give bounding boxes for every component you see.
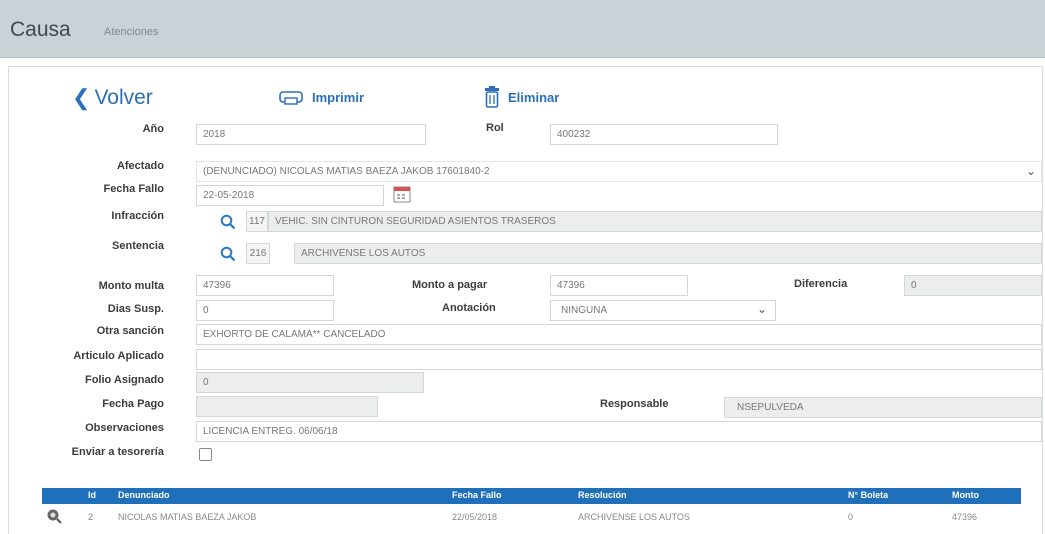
back-button[interactable]: ❮ Volver	[72, 86, 153, 110]
enviar-tesoreria-label: Enviar a tesorería	[71, 446, 164, 458]
view-icon[interactable]	[46, 508, 62, 524]
app-header: Causa Atenciones	[0, 0, 1045, 58]
delete-label: Eliminar	[508, 89, 560, 105]
table-row[interactable]: 2 NICOLAS MATIAS BAEZA JAKOB 22/05/2018 …	[42, 506, 1021, 528]
diferencia-field: 0	[904, 275, 1042, 296]
delete-button[interactable]: Eliminar	[484, 86, 559, 108]
otra-sancion-field[interactable]: EXHORTO DE CALAMA** CANCELADO	[196, 324, 1042, 345]
cell-monto: 47396	[952, 512, 978, 522]
observaciones-field[interactable]: LICENCIA ENTREG. 06/06/18	[196, 421, 1042, 442]
rol-label: Rol	[486, 122, 504, 134]
monto-pagar-field[interactable]: 47396	[550, 275, 688, 296]
col-monto[interactable]: Monto	[952, 490, 979, 500]
sentencia-search-button[interactable]	[216, 243, 240, 264]
col-id[interactable]: Id	[88, 490, 96, 500]
search-icon	[220, 246, 236, 261]
calendar-icon[interactable]	[393, 185, 411, 203]
col-fecha-fallo[interactable]: Fecha Fallo	[452, 490, 502, 500]
trash-icon	[485, 86, 499, 108]
printer-icon	[279, 91, 303, 105]
infraccion-search-button[interactable]	[216, 211, 240, 232]
monto-multa-field[interactable]: 47396	[196, 275, 334, 296]
cell-id: 2	[88, 512, 94, 522]
cell-resolucion: ARCHIVENSE LOS AUTOS	[578, 512, 690, 522]
afectado-select[interactable]: (DENUNCIADO) NICOLAS MATIAS BAEZA JAKOB …	[196, 161, 1042, 182]
responsable-field: NSEPULVEDA	[724, 397, 1042, 418]
fecha-pago-field	[196, 396, 378, 417]
sentencia-code: 216	[246, 243, 270, 264]
monto-multa-label: Monto multa	[98, 280, 164, 292]
observaciones-label: Observaciones	[85, 422, 164, 434]
infraccion-code: 117	[246, 211, 268, 232]
infraccion-label: Infracción	[111, 210, 164, 222]
anio-label: Año	[142, 123, 164, 135]
diferencia-label: Diferencia	[794, 278, 848, 290]
otra-sancion-label: Otra sanción	[96, 325, 164, 337]
rol-field[interactable]: 400232	[550, 124, 778, 145]
back-label: Volver	[94, 86, 153, 109]
responsable-label: Responsable	[600, 398, 669, 410]
chevron-down-icon[interactable]: ⌄	[757, 302, 767, 316]
cell-denunciado: NICOLAS MATIAS BAEZA JAKOB	[118, 512, 257, 522]
dias-susp-label: Dias Susp.	[107, 303, 164, 315]
print-label: Imprimir	[312, 89, 365, 105]
articulo-field[interactable]	[196, 349, 1042, 370]
fecha-pago-label: Fecha Pago	[102, 398, 164, 410]
page-title: Causa	[10, 18, 71, 41]
fecha-fallo-field[interactable]: 22-05-2018	[196, 185, 384, 206]
dias-susp-field[interactable]: 0	[196, 300, 334, 321]
sentencia-label: Sentencia	[112, 240, 164, 252]
cell-fecha-fallo: 22/05/2018	[452, 512, 498, 522]
cell-boleta: 0	[848, 512, 854, 522]
col-boleta[interactable]: N° Boleta	[848, 490, 888, 500]
col-resolucion[interactable]: Resolución	[578, 490, 627, 500]
articulo-label: Articulo Aplicado	[73, 350, 164, 362]
folio-field: 0	[196, 372, 424, 393]
anotacion-select[interactable]: NINGUNA	[550, 300, 776, 321]
anotacion-label: Anotación	[442, 302, 496, 314]
enviar-tesoreria-checkbox[interactable]	[199, 448, 212, 461]
folio-label: Folio Asignado	[84, 374, 164, 386]
chevron-down-icon[interactable]: ⌄	[1026, 164, 1036, 178]
chevron-left-icon: ❮	[72, 85, 91, 110]
grid-header: Id Denunciado Fecha Fallo Resolución N° …	[42, 488, 1021, 504]
monto-pagar-label: Monto a pagar	[412, 279, 488, 291]
anio-field[interactable]: 2018	[196, 124, 426, 145]
print-button[interactable]: Imprimir	[278, 88, 364, 106]
infraccion-field: VEHIC. SIN CINTURON SEGURIDAD ASIENTOS T…	[268, 211, 1042, 232]
form-panel	[8, 66, 1043, 534]
afectado-label: Afectado	[116, 160, 164, 172]
sentencia-field: ARCHIVENSE LOS AUTOS	[294, 243, 1042, 264]
page-subtitle: Atenciones	[104, 26, 159, 38]
search-icon	[220, 214, 236, 229]
col-denunciado[interactable]: Denunciado	[118, 490, 170, 500]
fecha-fallo-label: Fecha Fallo	[103, 183, 164, 195]
